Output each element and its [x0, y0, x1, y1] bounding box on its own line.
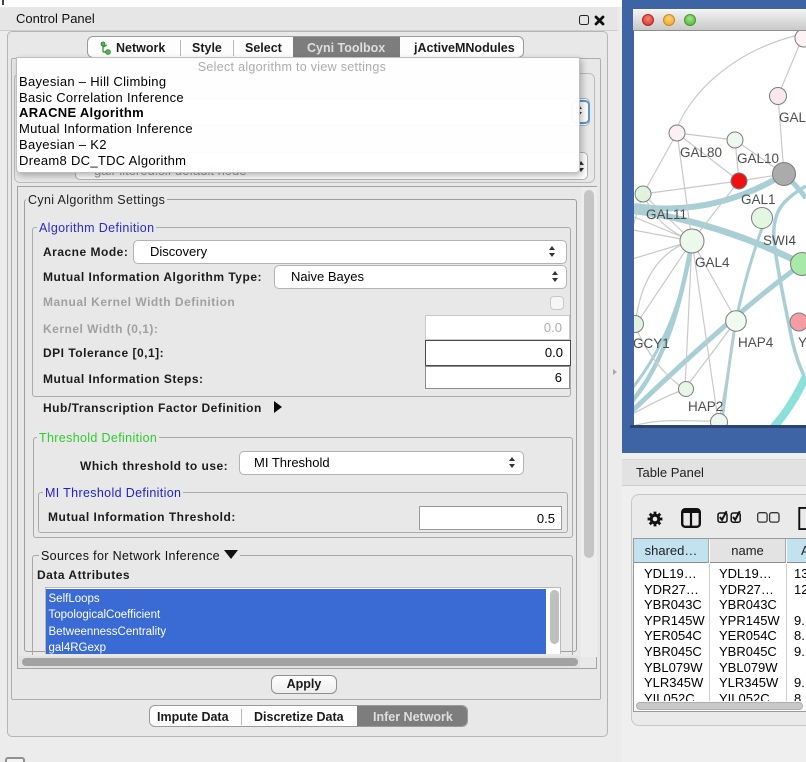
svg-text:GAL10: GAL10	[737, 151, 779, 166]
svg-text:Y: Y	[798, 335, 806, 350]
svg-text:GAL11: GAL11	[646, 207, 687, 222]
svg-text:GAL4: GAL4	[695, 255, 730, 270]
svg-text:GAL: GAL	[779, 110, 806, 125]
svg-text:HAP4: HAP4	[738, 335, 774, 350]
svg-text:HAP2: HAP2	[688, 399, 723, 414]
svg-text:SWI4: SWI4	[763, 233, 796, 248]
svg-text:GAL80: GAL80	[680, 145, 722, 160]
svg-text:GAL1: GAL1	[741, 192, 776, 207]
svg-text:GCY1: GCY1	[634, 336, 670, 351]
